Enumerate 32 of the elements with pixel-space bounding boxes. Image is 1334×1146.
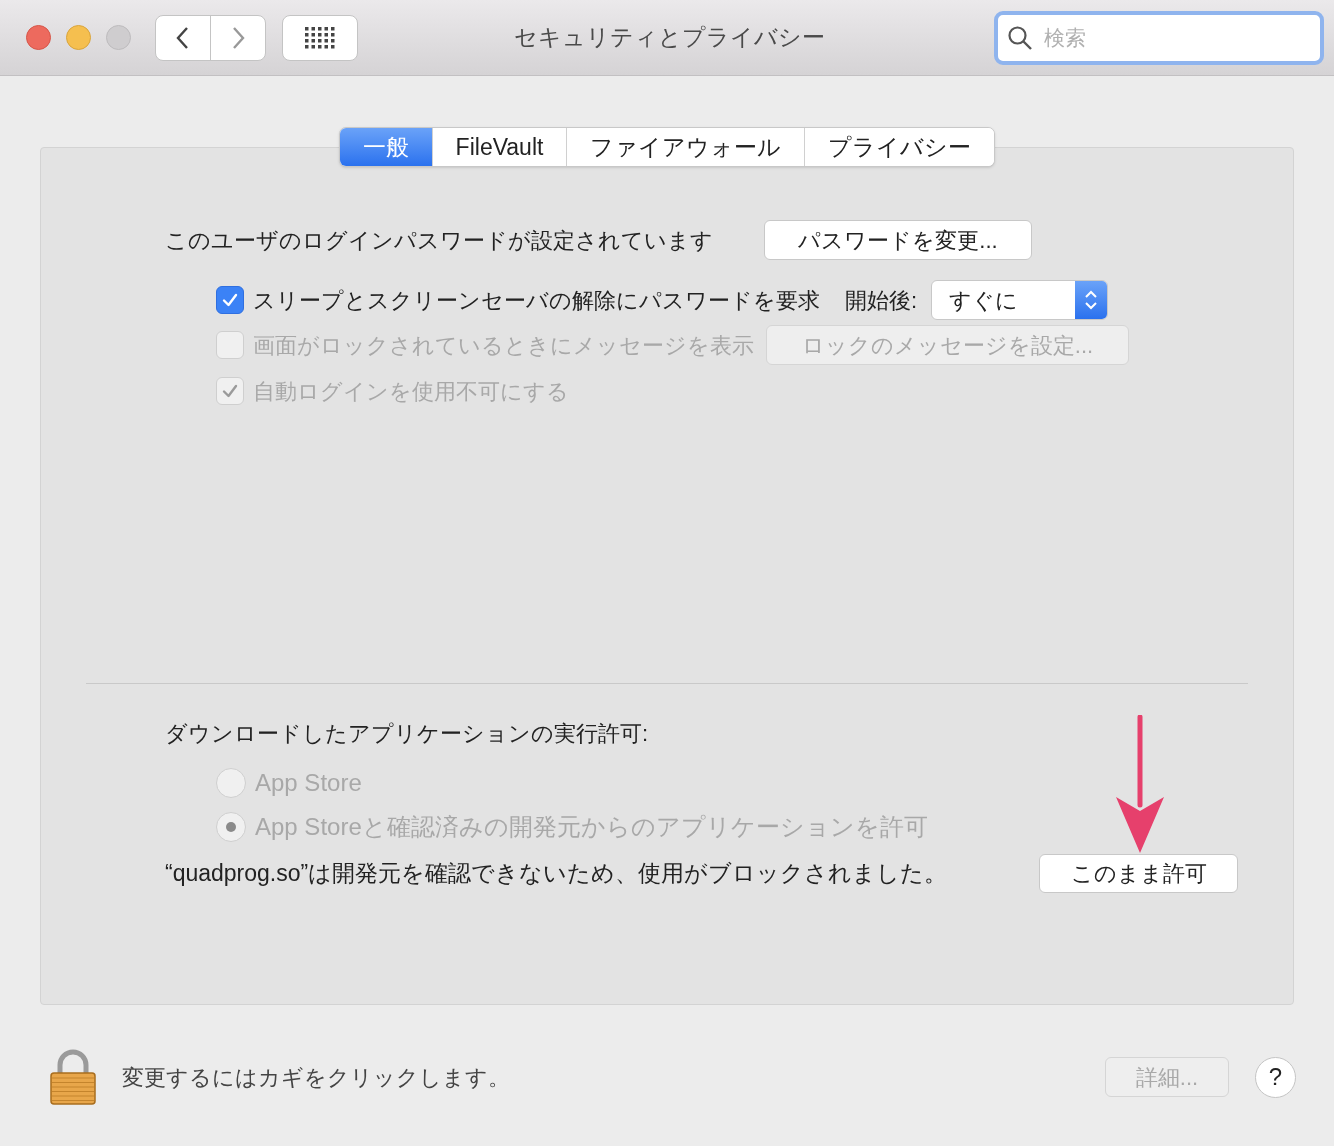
- option-label: 画面がロックされているときにメッセージを表示: [253, 331, 754, 360]
- downloads-heading: ダウンロードしたアプリケーションの実行許可:: [165, 720, 650, 748]
- tab[interactable]: ファイアウォール: [566, 128, 805, 166]
- tab[interactable]: FileVault: [431, 128, 567, 166]
- search-icon: [1007, 24, 1033, 51]
- allow-anyway-button[interactable]: このまま許可: [1039, 853, 1238, 893]
- stepper-icon: [1075, 281, 1108, 319]
- tab[interactable]: プライバシー: [804, 128, 995, 166]
- window-title: セキュリティとプライバシー: [512, 23, 826, 53]
- show-all-button[interactable]: [282, 14, 358, 61]
- delay-select[interactable]: すぐに: [931, 280, 1109, 320]
- password-status-text: このユーザのログインパスワードが設定されています: [165, 226, 714, 255]
- radio-label: App Storeと確認済みの開発元からのアプリケーションを許可: [255, 812, 928, 842]
- start-after-label: 開始後:: [845, 286, 918, 315]
- forward-icon: [231, 25, 245, 50]
- help-button[interactable]: ?: [1255, 1056, 1296, 1098]
- radio-label: App Store: [255, 768, 362, 798]
- option-label: スリープとスクリーンセーバの解除にパスワードを要求: [253, 286, 820, 315]
- search-field[interactable]: 検索: [994, 10, 1324, 65]
- zoom-button[interactable]: [106, 25, 131, 50]
- grid-icon: [305, 26, 335, 49]
- change-password-button[interactable]: パスワードを変更...: [764, 220, 1032, 260]
- checkbox[interactable]: [216, 286, 244, 314]
- checkmark-icon: [221, 382, 239, 400]
- lock-hint-text: 変更するにはカギをクリックします。: [122, 1063, 510, 1092]
- blocked-message: “quadprog.so”は開発元を確認できないため、使用がブロックされました。: [165, 858, 948, 888]
- checkmark-icon: [221, 291, 239, 309]
- minimize-button[interactable]: [66, 25, 91, 50]
- close-button[interactable]: [26, 25, 51, 50]
- option-label: 自動ログインを使用不可にする: [253, 377, 569, 406]
- lock-icon: [50, 1049, 96, 1105]
- back-icon: [176, 25, 190, 50]
